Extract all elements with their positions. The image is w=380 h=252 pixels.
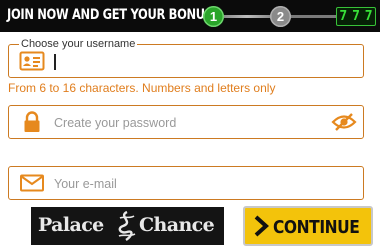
username-label: Choose your username <box>19 37 138 51</box>
step-connector-2 <box>290 15 336 18</box>
chevron-right-icon <box>254 215 269 237</box>
logo-text-left: Palace <box>38 214 104 236</box>
step-2-indicator: 2 <box>270 6 291 27</box>
username-input[interactable] <box>54 52 324 72</box>
password-field[interactable] <box>8 105 364 139</box>
envelope-icon <box>20 174 44 192</box>
header-title: JOIN NOW AND GET YOUR BONUS <box>7 7 213 23</box>
logo-text-right: Chance <box>139 214 215 236</box>
continue-button[interactable]: CONTINUE <box>243 206 373 246</box>
id-card-icon <box>19 51 45 71</box>
step-connector-1 <box>223 15 271 18</box>
logo-emblem-icon <box>118 210 136 241</box>
slot-symbol: 7 <box>339 9 348 24</box>
password-input[interactable] <box>54 113 324 133</box>
slot-symbol: 7 <box>364 9 373 24</box>
email-field[interactable] <box>8 166 364 200</box>
slot-symbol: 7 <box>352 9 360 24</box>
slot-777-icon: 7 7 7 <box>336 7 376 26</box>
step-1-indicator: 1 <box>203 6 224 27</box>
email-input[interactable] <box>54 174 324 194</box>
username-hint: From 6 to 16 characters. Numbers and let… <box>8 81 276 95</box>
padlock-icon <box>24 111 40 132</box>
continue-label: CONTINUE <box>273 217 360 238</box>
username-field[interactable]: Choose your username <box>8 37 364 78</box>
toggle-password-visibility-icon[interactable] <box>331 112 357 132</box>
header-bar: JOIN NOW AND GET YOUR BONUS 1 2 7 7 7 <box>0 0 380 32</box>
palace-of-chance-logo: Palace Chance <box>31 207 224 245</box>
